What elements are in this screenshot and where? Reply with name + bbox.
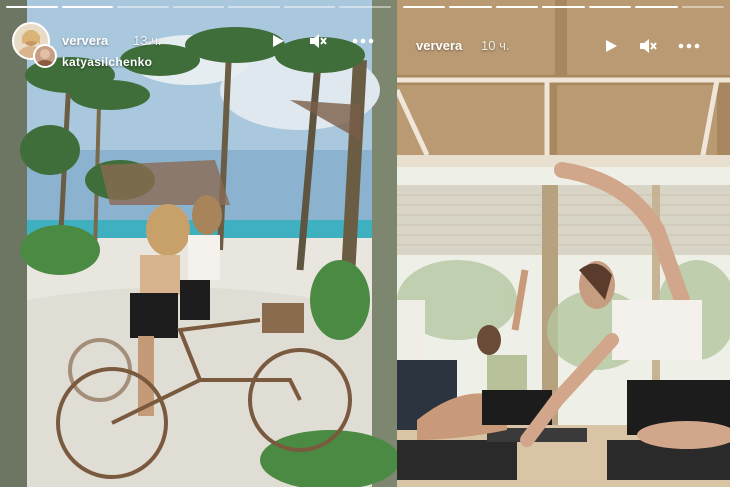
mute-icon[interactable] bbox=[308, 31, 328, 51]
more-icon[interactable] bbox=[351, 31, 375, 51]
timestamp: 10 ч. bbox=[481, 38, 510, 53]
story-right-photo bbox=[397, 0, 730, 487]
story-right-progress bbox=[403, 6, 724, 9]
story-left-photo bbox=[0, 0, 397, 487]
story-left-progress bbox=[6, 6, 392, 9]
progress-segment bbox=[172, 6, 225, 8]
more-icon[interactable] bbox=[677, 36, 701, 56]
progress-segment bbox=[61, 6, 114, 8]
mention-tag[interactable]: katyasilchenko bbox=[62, 55, 152, 69]
progress-segment bbox=[403, 6, 446, 8]
play-icon[interactable] bbox=[268, 31, 288, 51]
play-icon[interactable] bbox=[601, 36, 621, 56]
progress-segment bbox=[117, 6, 169, 8]
progress-segment bbox=[495, 6, 539, 8]
story-right[interactable]: ververa 10 ч. bbox=[397, 0, 730, 487]
progress-segment bbox=[681, 6, 724, 8]
username[interactable]: ververa bbox=[416, 38, 462, 53]
username[interactable]: ververa bbox=[62, 33, 108, 48]
progress-segment bbox=[635, 6, 678, 8]
timestamp: 13 ч. bbox=[133, 33, 162, 48]
mention-avatar[interactable] bbox=[33, 44, 57, 68]
story-left[interactable]: ververa 13 ч. katyasilchenko bbox=[0, 0, 397, 487]
progress-segment bbox=[6, 6, 58, 8]
progress-segment bbox=[542, 6, 585, 8]
story-right-header: ververa 10 ч. bbox=[397, 26, 730, 58]
story-left-header: ververa 13 ч. bbox=[0, 26, 397, 58]
progress-segment bbox=[449, 6, 492, 8]
progress-segment bbox=[283, 6, 336, 8]
mute-icon[interactable] bbox=[638, 36, 658, 56]
progress-segment bbox=[228, 6, 280, 8]
progress-segment bbox=[588, 6, 632, 8]
progress-segment bbox=[339, 6, 392, 8]
